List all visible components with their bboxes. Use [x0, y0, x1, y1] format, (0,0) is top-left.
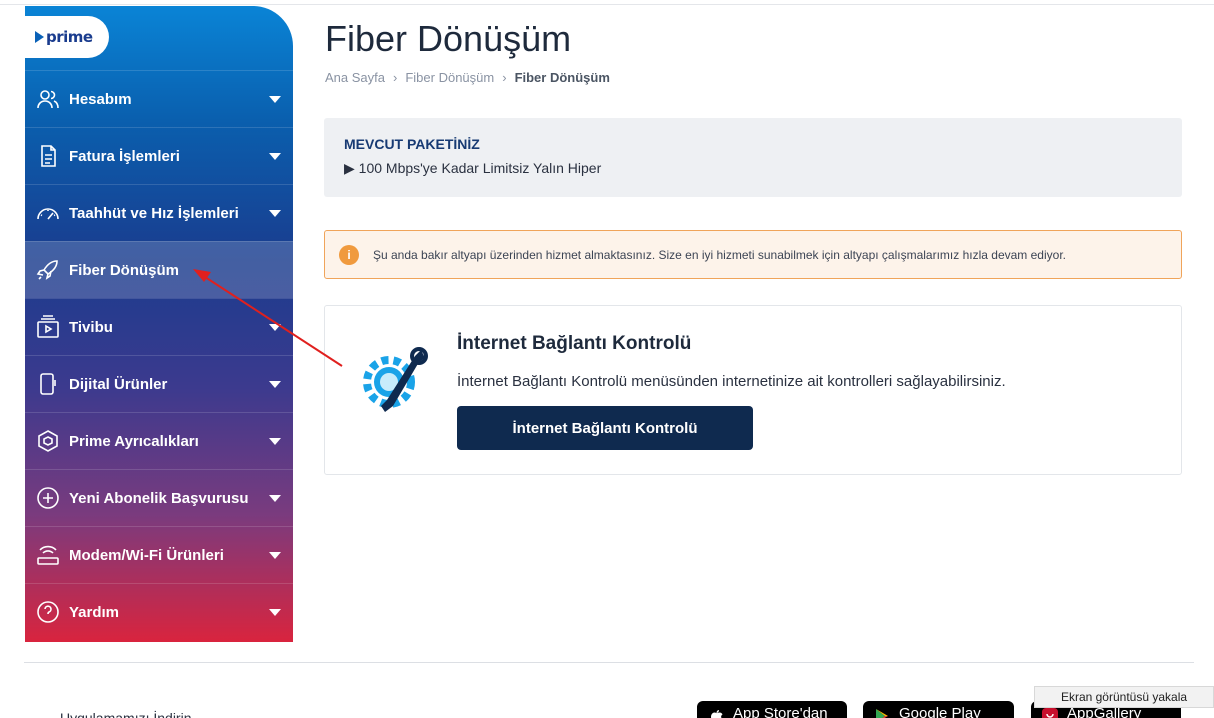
sidebar-item-label: Fiber Dönüşüm	[69, 261, 180, 279]
sidebar-item-label: Fatura İşlemleri	[69, 147, 180, 165]
sidebar-item-label: Yardım	[69, 603, 120, 621]
package-value: ▶ 100 Mbps'ye Kadar Limitsiz Yalın Hiper	[344, 160, 602, 176]
sidebar: prime Hesabım Fatura İşlemleri Taahhüt v…	[25, 6, 293, 642]
caret-down-icon	[269, 381, 281, 388]
caret-down-icon	[269, 552, 281, 559]
sidebar-item-taahhut[interactable]: Taahhüt ve Hız İşlemleri	[25, 184, 293, 241]
caret-down-icon	[269, 324, 281, 331]
sidebar-item-yeni-abonelik[interactable]: Yeni Abonelik Başvurusu	[25, 469, 293, 526]
info-icon: i	[339, 244, 359, 265]
gear-wrench-icon	[363, 347, 428, 412]
connection-check-button[interactable]: İnternet Bağlantı Kontrolü	[457, 406, 753, 450]
google-play-icon	[876, 709, 888, 718]
apple-icon	[711, 710, 723, 718]
breadcrumb-parent-link[interactable]: Fiber Dönüşüm	[405, 70, 494, 85]
sidebar-item-label: Prime Ayrıcalıkları	[69, 432, 199, 450]
connection-check-card: İnternet Bağlantı Kontrolü İnternet Bağl…	[324, 305, 1182, 475]
sidebar-item-hesabim[interactable]: Hesabım	[25, 70, 293, 127]
footer-divider	[24, 662, 1194, 663]
help-icon	[35, 599, 61, 625]
caret-down-icon	[269, 153, 281, 160]
sidebar-item-label: Hesabım	[69, 90, 132, 108]
card-description: İnternet Bağlantı Kontrolü menüsünden in…	[457, 373, 1006, 390]
top-divider	[0, 4, 1214, 5]
sidebar-item-tivibu[interactable]: Tivibu	[25, 298, 293, 355]
prime-logo[interactable]: prime	[25, 16, 109, 58]
sidebar-item-label: Modem/Wi-Fi Ürünleri	[69, 546, 224, 564]
sidebar-item-fatura[interactable]: Fatura İşlemleri	[25, 127, 293, 184]
tv-play-icon	[35, 314, 61, 340]
sidebar-item-dijital-urunler[interactable]: Dijital Ürünler	[25, 355, 293, 412]
sidebar-item-modem-wifi[interactable]: Modem/Wi-Fi Ürünleri	[25, 526, 293, 583]
caret-down-icon	[269, 438, 281, 445]
speedometer-icon	[35, 200, 61, 226]
breadcrumb-separator-icon: ›	[393, 70, 398, 85]
page-title: Fiber Dönüşüm	[325, 18, 572, 59]
breadcrumb-separator-icon: ›	[502, 70, 507, 85]
plus-circle-icon	[35, 485, 61, 511]
app-store-button[interactable]: App Store'dan	[697, 701, 847, 718]
breadcrumb-current: Fiber Dönüşüm	[514, 70, 610, 85]
google-play-button[interactable]: Google Play	[863, 701, 1014, 718]
caret-down-icon	[269, 495, 281, 502]
user-icon	[35, 86, 61, 112]
phone-icon	[35, 371, 61, 397]
sidebar-item-label: Tivibu	[69, 318, 113, 336]
modem-icon	[35, 542, 61, 568]
document-icon	[35, 143, 61, 169]
footer-app-text: Uygulamamızı İndirin	[60, 710, 192, 718]
sidebar-item-fiber-donusum[interactable]: Fiber Dönüşüm	[25, 241, 293, 298]
breadcrumb: Ana Sayfa › Fiber Dönüşüm › Fiber Dönüşü…	[325, 70, 610, 85]
card-title: İnternet Bağlantı Kontrolü	[457, 333, 692, 354]
app-store-label: App Store'dan	[733, 705, 828, 718]
current-package-box: MEVCUT PAKETİNİZ ▶ 100 Mbps'ye Kadar Lim…	[324, 118, 1182, 197]
sidebar-item-label: Taahhüt ve Hız İşlemleri	[69, 204, 239, 222]
appgallery-icon	[1042, 708, 1058, 718]
logo-text: prime	[46, 28, 93, 46]
rocket-icon	[35, 257, 61, 283]
caret-down-icon	[269, 210, 281, 217]
infrastructure-alert: i Şu anda bakır altyapı üzerinden hizmet…	[324, 230, 1182, 279]
caret-down-icon	[269, 96, 281, 103]
breadcrumb-home-link[interactable]: Ana Sayfa	[325, 70, 385, 85]
sidebar-item-prime-ayricaliklari[interactable]: Prime Ayrıcalıkları	[25, 412, 293, 469]
google-play-label: Google Play	[899, 705, 981, 718]
caret-down-icon	[269, 609, 281, 616]
alert-text: Şu anda bakır altyapı üzerinden hizmet a…	[373, 247, 1066, 262]
sidebar-item-label: Yeni Abonelik Başvurusu	[69, 489, 249, 507]
sidebar-item-label: Dijital Ürünler	[69, 375, 168, 393]
cube-icon	[35, 428, 61, 454]
logo-mark-icon	[35, 31, 44, 43]
sidebar-item-yardim[interactable]: Yardım	[25, 583, 293, 640]
package-title: MEVCUT PAKETİNİZ	[344, 136, 480, 152]
screenshot-tooltip: Ekran görüntüsü yakala	[1034, 686, 1214, 708]
